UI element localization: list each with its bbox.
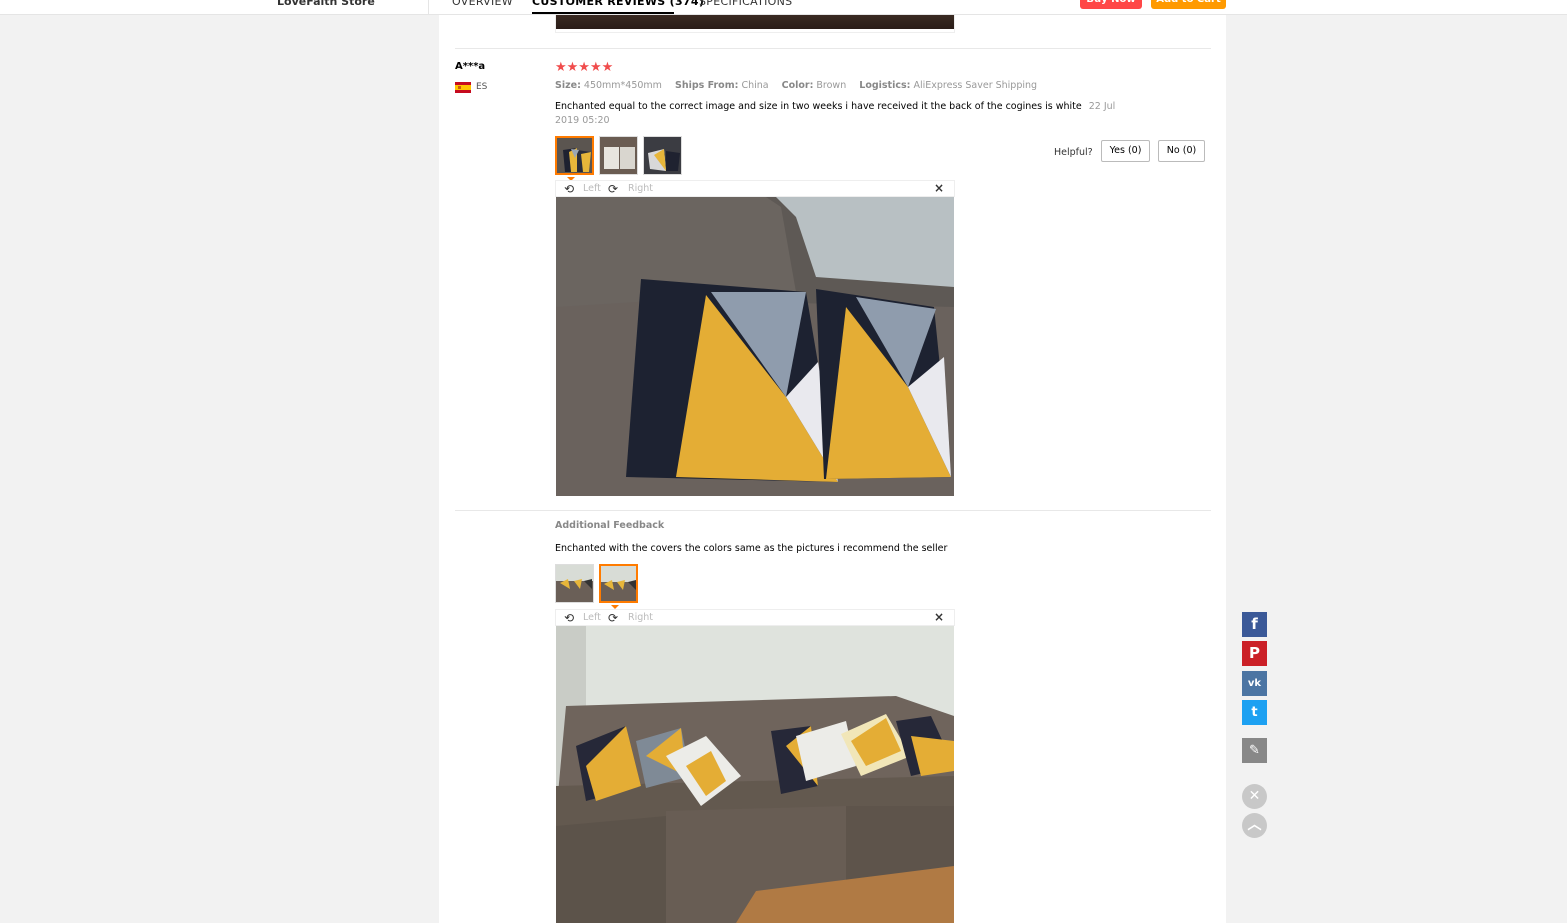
pillow-photo-thumb-icon — [600, 137, 637, 174]
sofa-photo-thumb-icon — [556, 565, 593, 602]
review-photo-thumb[interactable] — [555, 136, 594, 175]
twitter-share-icon[interactable]: t — [1242, 700, 1267, 725]
store-name[interactable]: LoveFaith Store — [277, 0, 375, 8]
ships-from-value: China — [741, 80, 769, 91]
rotate-right-icon[interactable]: ⟳ — [608, 182, 618, 196]
pillow-photo-thumb-icon — [644, 137, 681, 174]
color-label: Color: — [781, 80, 814, 91]
close-icon[interactable]: ✕ — [1242, 784, 1267, 809]
review-text-block: Enchanted equal to the correct image and… — [555, 100, 1125, 128]
additional-photo-large[interactable] — [556, 626, 954, 923]
pillows-on-sofa-photo — [556, 197, 954, 496]
rotate-right-label[interactable]: Right — [628, 183, 653, 194]
sofa-photo-thumb-icon — [601, 566, 636, 601]
star-rating: ★★★★★ — [555, 60, 614, 75]
rotate-right-icon[interactable]: ⟳ — [608, 611, 618, 625]
pinterest-share-icon[interactable]: P — [1242, 641, 1267, 666]
photo-viewer-toolbar: ⟲ Left ⟳ Right × — [555, 180, 955, 197]
size-value: 450mm*450mm — [583, 80, 662, 91]
photo-viewer-toolbar: ⟲ Left ⟳ Right × — [555, 609, 955, 626]
tab-specifications[interactable]: SPECIFICATIONS — [699, 0, 792, 8]
size-label: Size: — [555, 80, 581, 91]
back-to-top-icon[interactable]: ︿ — [1242, 813, 1267, 838]
buy-now-button[interactable]: Buy Now — [1080, 0, 1142, 9]
close-viewer-icon[interactable]: × — [934, 610, 944, 624]
review-photo-thumb[interactable] — [643, 136, 682, 175]
tab-customer-reviews[interactable]: CUSTOMER REVIEWS (374) — [532, 0, 704, 8]
additional-feedback-divider — [455, 510, 1211, 511]
tab-overview[interactable]: OVERVIEW — [452, 0, 513, 8]
reviewer-name: A***a — [455, 61, 486, 72]
reviewer-country: ES — [476, 82, 488, 92]
helpful-yes-button[interactable]: Yes (0) — [1101, 140, 1150, 162]
rotate-right-label[interactable]: Right — [628, 612, 653, 623]
review-divider — [455, 48, 1211, 49]
additional-photo-thumb[interactable] — [599, 564, 638, 603]
review-photo-thumb[interactable] — [599, 136, 638, 175]
add-to-cart-button[interactable]: Add to Cart — [1151, 0, 1226, 9]
color-value: Brown — [816, 80, 847, 91]
additional-photo-thumb[interactable] — [555, 564, 594, 603]
additional-feedback-text: Enchanted with the covers the colors sam… — [555, 543, 948, 554]
facebook-share-icon[interactable]: f — [1242, 612, 1267, 637]
review-photo-large[interactable] — [556, 197, 954, 496]
pillow-photo-thumb-icon — [557, 138, 592, 173]
vk-share-icon[interactable]: vk — [1242, 671, 1267, 696]
spain-flag-icon — [455, 82, 471, 93]
previous-review-photo — [556, 15, 954, 29]
ships-from-label: Ships From: — [674, 80, 739, 91]
close-viewer-icon[interactable]: × — [934, 181, 944, 195]
rotate-left-label[interactable]: Left — [583, 183, 601, 194]
sticky-header: LoveFaith Store OVERVIEW CUSTOMER REVIEW… — [0, 0, 1567, 15]
logistics-value: AliExpress Saver Shipping — [913, 80, 1038, 91]
rotate-left-icon[interactable]: ⟲ — [564, 611, 574, 625]
additional-feedback-title: Additional Feedback — [555, 520, 665, 531]
rotate-left-label[interactable]: Left — [583, 612, 601, 623]
order-attributes: Size: 450mm*450mm Ships From: China Colo… — [555, 80, 1037, 91]
sofa-with-pillows-photo — [556, 626, 954, 923]
logistics-label: Logistics: — [859, 80, 911, 91]
helpful-no-button[interactable]: No (0) — [1158, 140, 1205, 162]
review-text: Enchanted equal to the correct image and… — [555, 101, 1082, 112]
edit-feedback-icon[interactable]: ✎ — [1242, 738, 1267, 763]
header-divider — [428, 0, 429, 14]
helpful-label: Helpful? — [1054, 147, 1093, 158]
rotate-left-icon[interactable]: ⟲ — [564, 182, 574, 196]
